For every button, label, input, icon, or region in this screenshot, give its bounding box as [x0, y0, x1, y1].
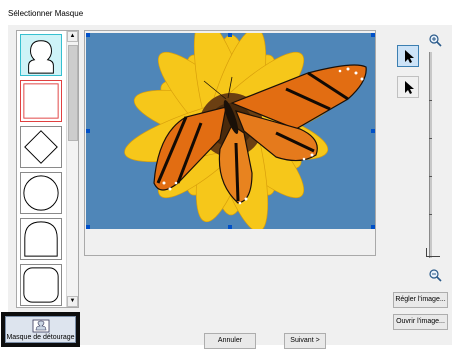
- zoom-out-icon[interactable]: [428, 268, 442, 282]
- crop-handle-top[interactable]: [228, 33, 232, 37]
- next-button[interactable]: Suivant >: [284, 333, 326, 349]
- window-title: Sélectionner Masque: [8, 9, 84, 18]
- outline-mask-label: Masque de détourage: [6, 334, 75, 341]
- crop-handle-bottom[interactable]: [228, 225, 232, 229]
- scroll-up-button[interactable]: ▲: [67, 31, 78, 42]
- rounded-square-mask-icon: [23, 267, 59, 303]
- mask-item-rounded-square[interactable]: [20, 264, 62, 306]
- crop-handle-right[interactable]: [371, 129, 375, 133]
- scroll-thumb[interactable]: [68, 45, 78, 141]
- arch-mask-icon: [24, 221, 58, 257]
- crop-handle-corner-tr[interactable]: [371, 33, 375, 37]
- image-preview: [84, 30, 376, 256]
- arrow-pointer-icon: [405, 50, 414, 63]
- mask-item-diamond[interactable]: [20, 126, 62, 168]
- diamond-mask-icon: [24, 130, 58, 164]
- crop-handle-corner-bl[interactable]: [86, 225, 90, 229]
- zoom-slider-track: [429, 52, 432, 258]
- mask-item-square[interactable]: [20, 80, 62, 122]
- move-tool-button[interactable]: [397, 76, 419, 98]
- pointer-icon: [405, 81, 414, 94]
- butterfly-image: [86, 33, 375, 229]
- outline-mask-icon: [32, 319, 50, 333]
- circle-mask-icon: [23, 175, 59, 211]
- crop-handle-corner-tl[interactable]: [86, 33, 90, 37]
- crop-handle-left[interactable]: [86, 129, 90, 133]
- mask-list-scrollbar[interactable]: ▲ ▼: [66, 31, 78, 307]
- butterfly-photo[interactable]: [86, 33, 375, 229]
- square-mask-icon: [23, 83, 59, 119]
- cancel-button[interactable]: Annuler: [204, 333, 256, 349]
- mask-item-arch[interactable]: [20, 218, 62, 260]
- head-silhouette-icon: [28, 40, 54, 74]
- outline-mask-button[interactable]: Masque de détourage: [1, 312, 80, 347]
- zoom-slider[interactable]: [426, 52, 440, 262]
- scroll-down-button[interactable]: ▼: [67, 296, 78, 307]
- adjust-image-button[interactable]: Régler l'image...: [393, 292, 448, 308]
- mask-item-head[interactable]: [20, 34, 62, 76]
- select-tool-button[interactable]: [397, 45, 419, 67]
- mask-item-circle[interactable]: [20, 172, 62, 214]
- zoom-slider-thumb[interactable]: [426, 248, 440, 257]
- crop-handle-corner-br[interactable]: [371, 225, 375, 229]
- mask-list[interactable]: ▲ ▼: [16, 30, 79, 308]
- zoom-in-icon[interactable]: [428, 33, 442, 47]
- open-image-button[interactable]: Ouvrir l'image...: [393, 314, 448, 330]
